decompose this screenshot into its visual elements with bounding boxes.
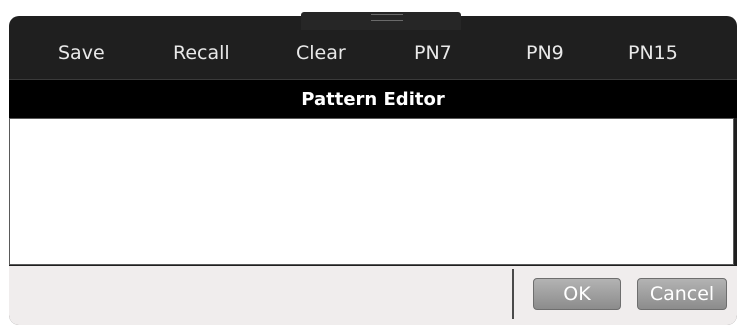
clear-button[interactable]: Clear	[296, 42, 346, 64]
recall-button[interactable]: Recall	[173, 42, 230, 64]
toolbar: Save Recall Clear PN7 PN9 PN15	[9, 30, 724, 78]
title-bar: Pattern Editor	[9, 79, 737, 118]
pn9-button[interactable]: PN9	[526, 42, 564, 64]
pattern-editor-dialog: Save Recall Clear PN7 PN9 PN15 Pattern E…	[9, 16, 737, 325]
pn7-button[interactable]: PN7	[414, 42, 452, 64]
dialog-title: Pattern Editor	[301, 88, 445, 110]
pn15-button[interactable]: PN15	[628, 42, 678, 64]
footer-divider	[512, 269, 514, 319]
grip-icon	[371, 14, 403, 21]
cancel-button[interactable]: Cancel	[637, 278, 727, 310]
save-button[interactable]: Save	[58, 42, 105, 64]
pattern-editor-area[interactable]	[9, 118, 734, 265]
ok-button[interactable]: OK	[533, 278, 621, 310]
dialog-footer: OK Cancel	[9, 266, 737, 325]
